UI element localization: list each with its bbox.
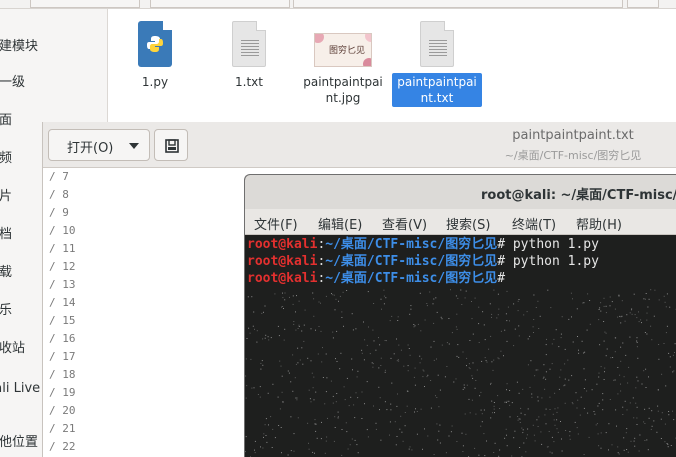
image-file-icon: 图穷匕见 xyxy=(314,33,372,67)
file-item[interactable]: 图穷匕见 paintpaintpaint.jpg xyxy=(298,21,388,107)
terminal-line: root@kali:~/桌面/CTF-misc/图穷匕见# python 1.p… xyxy=(247,237,599,252)
toolbar-segment[interactable] xyxy=(293,0,623,8)
file-item[interactable]: 1.py xyxy=(110,21,200,91)
terminal-output[interactable]: root@kali:~/桌面/CTF-misc/图穷匕见# python 1.p… xyxy=(245,235,676,457)
terminal-prompt-line: root@kali:~/桌面/CTF-misc/图穷匕见# xyxy=(247,271,513,286)
text-file-icon xyxy=(232,21,266,67)
toolbar-segment[interactable] xyxy=(30,0,140,8)
terminal-window: root@kali: ~/桌面/CTF-misc/图穷匕见 文件(F) 编辑(E… xyxy=(244,174,676,457)
document-save-icon xyxy=(165,139,179,153)
editor-line: / 9 xyxy=(49,206,69,219)
editor-line: / 13 xyxy=(49,278,76,291)
file-item[interactable]: 1.txt xyxy=(204,21,294,91)
editor-line: / 18 xyxy=(49,368,76,381)
editor-line: / 19 xyxy=(49,386,76,399)
terminal-title: root@kali: ~/桌面/CTF-misc/图穷匕见 xyxy=(481,188,676,203)
editor-line: / 17 xyxy=(49,350,76,363)
menu-edit[interactable]: 编辑(E) xyxy=(318,214,362,233)
terminal-line: root@kali:~/桌面/CTF-misc/图穷匕见# python 1.p… xyxy=(247,254,599,269)
file-manager-toolbar-strip xyxy=(0,0,676,9)
toolbar-segment[interactable] xyxy=(627,0,659,8)
chevron-down-icon xyxy=(129,143,139,149)
menu-search[interactable]: 搜索(S) xyxy=(446,214,490,233)
terminal-menubar: 文件(F) 编辑(E) 查看(V) 搜索(S) 终端(T) 帮助(H) xyxy=(245,209,676,235)
document-title: paintpaintpaint.txt xyxy=(512,128,634,143)
open-button[interactable]: 打开(O) xyxy=(48,129,150,161)
python-file-icon xyxy=(138,21,172,67)
menu-view[interactable]: 查看(V) xyxy=(382,214,427,233)
editor-line: / 14 xyxy=(49,296,76,309)
toolbar-segment[interactable] xyxy=(150,0,290,8)
text-file-icon xyxy=(420,21,454,67)
terminal-titlebar[interactable]: root@kali: ~/桌面/CTF-misc/图穷匕见 xyxy=(245,175,676,209)
menu-terminal[interactable]: 终端(T) xyxy=(512,214,556,233)
editor-line: / 11 xyxy=(49,242,76,255)
menu-file[interactable]: 文件(F) xyxy=(254,214,298,233)
editor-line: / 10 xyxy=(49,224,76,237)
document-path: ~/桌面/CTF-misc/图穷匕见 xyxy=(504,149,642,162)
editor-line: / 8 xyxy=(49,188,69,201)
sidebar-item[interactable]: 上一级 xyxy=(0,67,107,91)
editor-line: / 12 xyxy=(49,260,76,273)
editor-headerbar: 打开(O) paintpaintpaint.txt ~/桌面/CTF-misc/… xyxy=(43,122,676,168)
editor-line: / 7 xyxy=(49,170,69,183)
new-document-button[interactable] xyxy=(154,129,188,161)
sidebar-item[interactable]: 新建模块 xyxy=(0,31,107,55)
menu-help[interactable]: 帮助(H) xyxy=(576,214,622,233)
editor-line: / 21 xyxy=(49,422,76,435)
editor-line: / 15 xyxy=(49,314,76,327)
editor-line: / 16 xyxy=(49,332,76,345)
file-item-selected[interactable]: paintpaintpaint.txt xyxy=(392,21,482,107)
editor-line: / 20 xyxy=(49,404,76,417)
editor-line: / 22 xyxy=(49,440,76,453)
